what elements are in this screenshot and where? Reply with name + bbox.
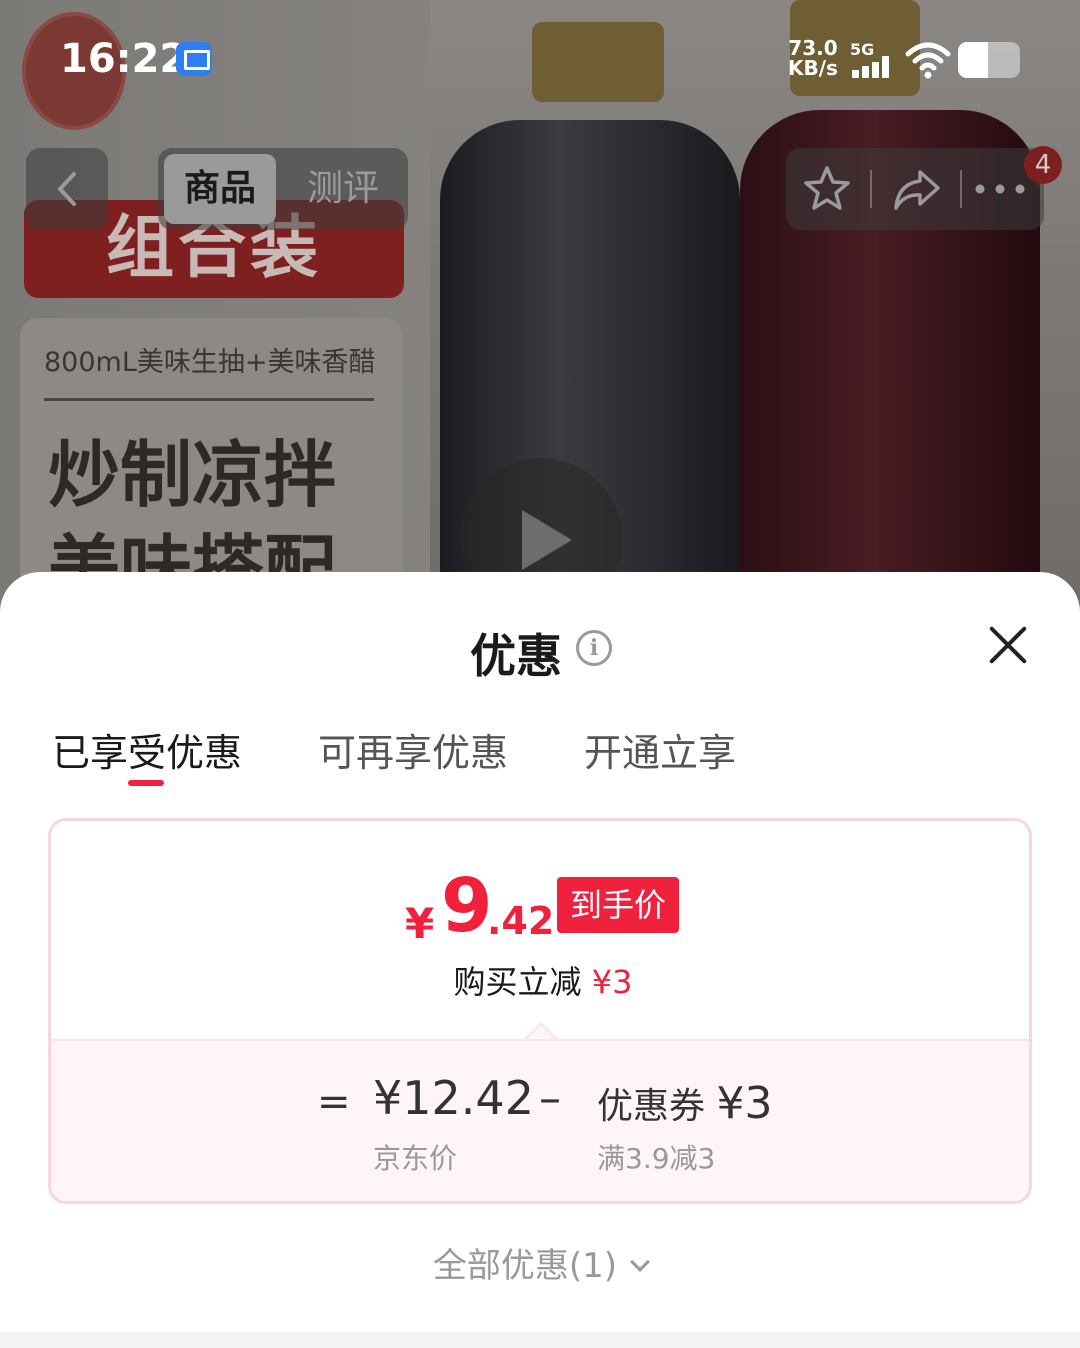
star-icon[interactable]	[800, 162, 854, 216]
all-offers-label: 全部优惠(1)	[432, 1246, 618, 1286]
offer-summary-card: ¥ 9 .42 到手价 购买立减 ¥3 = ¥12.42 京东价 – 优惠券 ¥…	[48, 818, 1032, 1204]
screen-cast-icon	[176, 42, 212, 76]
signal-icon	[852, 56, 896, 78]
wifi-icon	[905, 42, 951, 79]
info-icon[interactable]: i	[576, 630, 612, 666]
equals-sign: =	[317, 1079, 351, 1125]
network-speed-unit: KB/s	[788, 56, 838, 80]
tab-more-offers[interactable]: 可再享优惠	[318, 722, 508, 777]
instant-reduction-amount: ¥3	[591, 963, 633, 1001]
price-breakdown: = ¥12.42 京东价 – 优惠券 ¥3 满3.9减3	[51, 1039, 1029, 1201]
coupon-label: 优惠券	[597, 1086, 706, 1127]
tab-product[interactable]: 商品	[164, 154, 276, 224]
bottle-cap	[532, 22, 664, 102]
chevron-down-icon	[630, 1252, 650, 1272]
active-tab-indicator	[128, 780, 164, 786]
currency-symbol: ¥	[405, 899, 435, 948]
network-speed-value: 73.0	[788, 36, 838, 60]
tab-enjoyed-offers[interactable]: 已享受优惠	[52, 722, 242, 777]
back-button[interactable]	[26, 148, 108, 230]
sheet-footer	[0, 1332, 1080, 1348]
instant-reduction: 购买立减 ¥3	[51, 957, 1029, 1003]
chevron-left-icon	[58, 172, 76, 206]
tab-activate-offers[interactable]: 开通立享	[584, 722, 736, 777]
coupon-amount: ¥3	[716, 1078, 773, 1129]
product-image[interactable]: 组合装 800mL美味生抽+美味香醋 炒制凉拌 美味搭配	[0, 0, 1080, 640]
price-integer: 9	[441, 863, 493, 949]
coupon-discount: 优惠券 ¥3	[597, 1077, 772, 1129]
battery-icon	[958, 42, 1020, 78]
coupon-condition: 满3.9减3	[597, 1142, 716, 1175]
sheet-title: 优惠	[470, 629, 562, 683]
divider	[44, 398, 374, 401]
share-icon[interactable]	[890, 162, 944, 216]
more-icon[interactable]	[972, 174, 1028, 204]
offers-sheet: 优惠 i 已享受优惠 可再享优惠 开通立享 ¥ 9 .42 到手价 购买立减 ¥…	[0, 572, 1080, 1348]
tab-reviews[interactable]: 测评	[284, 154, 402, 224]
final-price-tag: 到手价	[557, 877, 679, 933]
product-nav-tabs: 商品 测评	[158, 148, 408, 230]
jd-price: ¥12.42	[373, 1071, 534, 1125]
status-time: 16:22	[60, 36, 188, 82]
all-offers-link[interactable]: 全部优惠(1)	[0, 1238, 1080, 1287]
final-price: ¥ 9 .42 到手价	[51, 863, 1029, 949]
jd-price-label: 京东价	[373, 1142, 458, 1175]
notification-badge: 4	[1024, 146, 1062, 184]
instant-reduction-label: 购买立减	[453, 963, 582, 1001]
price-decimal: .42	[487, 899, 555, 943]
nav-actions	[786, 148, 1044, 230]
product-subtitle: 800mL美味生抽+美味香醋	[44, 347, 376, 378]
minus-sign: –	[539, 1073, 561, 1124]
network-speed: 73.0 KB/s	[788, 38, 838, 78]
close-button[interactable]	[986, 622, 1030, 666]
